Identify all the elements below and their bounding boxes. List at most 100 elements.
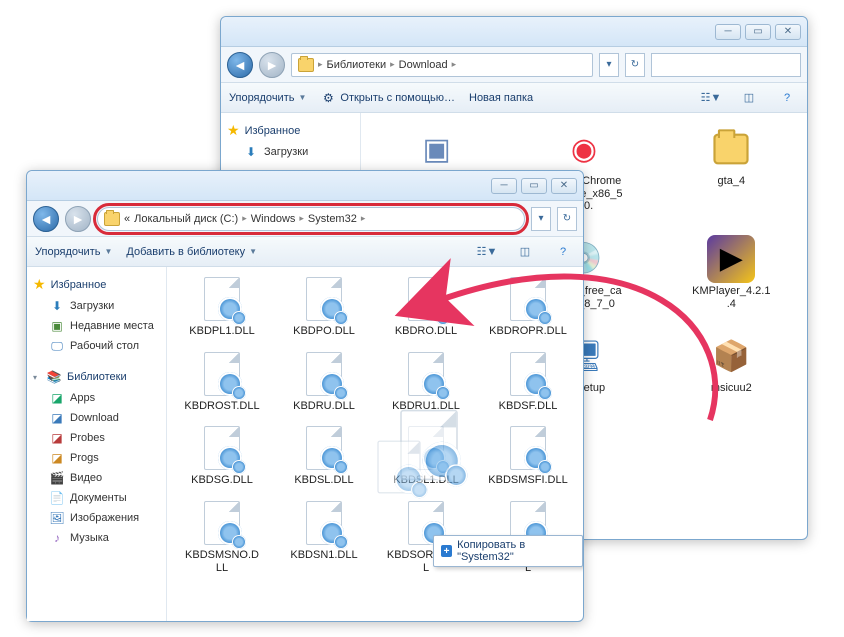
file-item[interactable]: KBDSL1.DLL [377, 422, 475, 489]
documents-icon: 📄 [49, 490, 65, 506]
file-item[interactable]: KBDSMSFI.DLL [479, 422, 577, 489]
file-label: KBDSOREX.DLL [386, 549, 466, 574]
close-button[interactable]: ✕ [775, 24, 801, 40]
view-button[interactable]: ☷▼ [699, 87, 723, 109]
sidebar-item-music[interactable]: ♪Музыка [31, 528, 162, 548]
help-button[interactable]: ? [775, 87, 799, 109]
file-item[interactable]: KBDROST.DLL [173, 348, 271, 415]
file-label: KBDSMSFI.DLL [488, 474, 567, 487]
breadcrumb-part[interactable]: Windows [251, 213, 296, 225]
file-item[interactable]: KBDSL.DLL [275, 422, 373, 489]
sidebar-item-pictures[interactable]: 🖼Изображения [31, 508, 162, 528]
dll-file-icon [404, 424, 448, 472]
sidebar-item-progs[interactable]: ◪Progs [31, 448, 162, 468]
file-item[interactable]: ▶KMPlayer_4.2.1.4 [662, 233, 801, 312]
back-button[interactable]: ◄ [227, 52, 253, 78]
dll-file-icon [302, 350, 346, 398]
download-icon: ⬇ [243, 144, 259, 160]
file-item[interactable]: KBDRU1.DLL [377, 348, 475, 415]
sidebar-item-probes[interactable]: ◪Probes [31, 428, 162, 448]
sidebar-item-downloads[interactable]: ⬇Загрузки [225, 142, 356, 162]
breadcrumb-part[interactable]: Библиотеки [327, 59, 387, 71]
video-icon: 🎬 [49, 470, 65, 486]
sidebar-item-video[interactable]: 🎬Видео [31, 468, 162, 488]
progs-icon: ◪ [49, 450, 65, 466]
breadcrumb-overflow[interactable]: « [124, 213, 130, 225]
chevron-right-icon: ▸ [361, 213, 366, 224]
preview-pane-button[interactable]: ◫ [737, 87, 761, 109]
breadcrumb-part[interactable]: System32 [308, 213, 357, 225]
view-button[interactable]: ☷▼ [475, 241, 499, 263]
chevron-right-icon: ▸ [390, 59, 395, 70]
dll-file-icon [200, 424, 244, 472]
file-item[interactable]: KBDPO.DLL [275, 273, 373, 340]
address-bar: ◄ ► « Локальный диск (C:) ▸ Windows ▸ Sy… [27, 201, 583, 237]
download-icon: ◪ [49, 410, 65, 426]
maximize-button[interactable]: ▭ [521, 178, 547, 194]
help-button[interactable]: ? [551, 241, 575, 263]
history-drop-button[interactable]: ▾ [531, 207, 551, 231]
new-folder-button[interactable]: Новая папка [469, 92, 533, 104]
file-item[interactable]: KBDSG.DLL [173, 422, 271, 489]
refresh-button[interactable]: ↻ [625, 53, 645, 77]
file-label: KBDSMSNO.DLL [182, 549, 262, 574]
sidebar-item-recent[interactable]: ▣Недавние места [31, 316, 162, 336]
file-item[interactable]: KBDROPR.DLL [479, 273, 577, 340]
close-button[interactable]: ✕ [551, 178, 577, 194]
file-item[interactable]: KBDSOREX.DLL [377, 497, 475, 576]
add-to-library-button[interactable]: Добавить в библиотеку▼ [126, 246, 257, 258]
open-with-button[interactable]: ⚙Открыть с помощью… [320, 90, 455, 106]
forward-button[interactable]: ► [259, 52, 285, 78]
file-label: KBDSN1.DLL [290, 549, 357, 562]
chevron-right-icon: ▸ [452, 59, 457, 70]
file-item[interactable]: gta_4 [662, 123, 801, 215]
forward-button[interactable]: ► [65, 206, 91, 232]
file-item[interactable]: KBDRO.DLL [377, 273, 475, 340]
refresh-button[interactable]: ↻ [557, 207, 577, 231]
file-label: KBDROST.DLL [184, 400, 259, 413]
maximize-button[interactable]: ▭ [745, 24, 771, 40]
file-label: KMPlayer_4.2.1.4 [691, 285, 771, 310]
sidebar-item-apps[interactable]: ◪Apps [31, 388, 162, 408]
window-body: ★ Избранное ⬇Загрузки ▣Недавние места 🖵Р… [27, 267, 583, 621]
chevron-right-icon: ▸ [242, 213, 247, 224]
dll-file-icon [200, 350, 244, 398]
sidebar-item-downloads[interactable]: ⬇Загрузки [31, 296, 162, 316]
sidebar-favorites-header[interactable]: ★ Избранное [31, 273, 162, 296]
sidebar-libraries-header[interactable]: ▾ 📚 Библиотеки [31, 366, 162, 388]
sidebar-favorites-header[interactable]: ★ Избранное [225, 119, 356, 142]
titlebar[interactable]: ─ ▭ ✕ [221, 17, 807, 47]
back-button[interactable]: ◄ [33, 206, 59, 232]
breadcrumb-part[interactable]: Download [399, 59, 448, 71]
organize-button[interactable]: Упорядочить▼ [35, 246, 112, 258]
sidebar: ★ Избранное ⬇Загрузки ▣Недавние места 🖵Р… [27, 267, 167, 621]
apps-icon: ◪ [49, 390, 65, 406]
file-label: KBDSL.DLL [294, 474, 353, 487]
sidebar-item-documents[interactable]: 📄Документы [31, 488, 162, 508]
minimize-button[interactable]: ─ [715, 24, 741, 40]
address-bar: ◄ ► ▸ Библиотеки ▸ Download ▸ ▾ ↻ [221, 47, 807, 83]
file-item[interactable]: KBDSF.DLL [479, 348, 577, 415]
breadcrumb-part[interactable]: Локальный диск (C:) [134, 213, 238, 225]
minimize-button[interactable]: ─ [491, 178, 517, 194]
file-item[interactable]: KBDRU.DLL [275, 348, 373, 415]
file-list[interactable]: KBDPL1.DLLKBDPO.DLLKBDRO.DLL KBDROPR.DLL K… [167, 267, 583, 621]
breadcrumb[interactable]: ▸ Библиотеки ▸ Download ▸ [291, 53, 593, 77]
file-item[interactable]: KBDSORS1.DLL [479, 497, 577, 576]
breadcrumb[interactable]: « Локальный диск (C:) ▸ Windows ▸ System… [97, 207, 525, 231]
search-input[interactable] [651, 53, 801, 77]
dll-file-icon [404, 350, 448, 398]
sidebar-item-desktop[interactable]: 🖵Рабочий стол [31, 336, 162, 356]
history-drop-button[interactable]: ▾ [599, 53, 619, 77]
file-item[interactable]: KBDSN1.DLL [275, 497, 373, 576]
file-item[interactable]: KBDPL1.DLL [173, 273, 271, 340]
dll-file-icon [302, 275, 346, 323]
pictures-icon: 🖼 [49, 510, 65, 526]
organize-button[interactable]: Упорядочить▼ [229, 92, 306, 104]
preview-pane-button[interactable]: ◫ [513, 241, 537, 263]
sidebar-item-download[interactable]: ◪Download [31, 408, 162, 428]
file-item[interactable]: KBDSMSNO.DLL [173, 497, 271, 576]
file-item[interactable]: 📦msicuu2 [662, 330, 801, 397]
file-label: KBDROPR.DLL [489, 325, 567, 338]
titlebar[interactable]: ─ ▭ ✕ [27, 171, 583, 201]
